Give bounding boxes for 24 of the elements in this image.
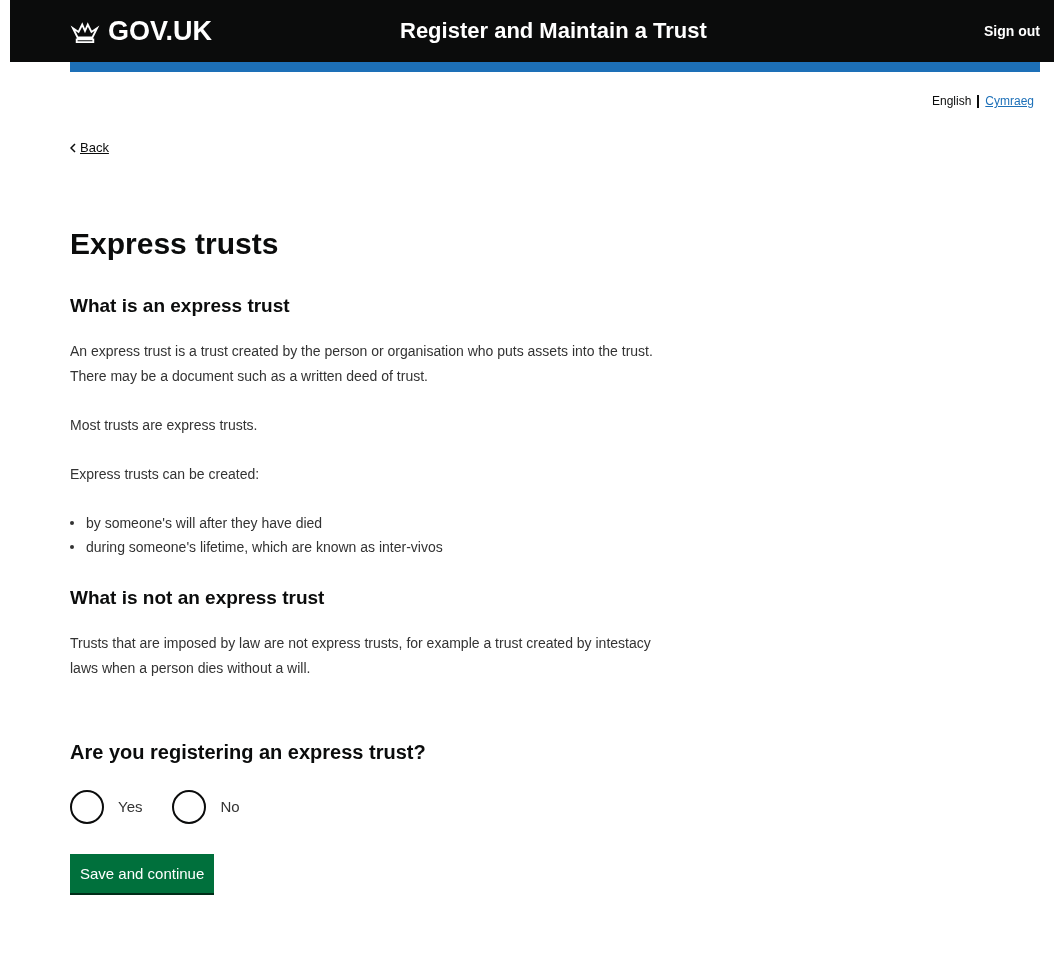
bullet-icon bbox=[70, 520, 74, 525]
back-link[interactable]: Back bbox=[70, 140, 109, 155]
govuk-logo-link[interactable]: GOV.UK bbox=[70, 15, 400, 47]
radio-button[interactable] bbox=[70, 789, 104, 824]
save-and-continue-button[interactable]: Save and continue bbox=[70, 853, 215, 893]
body-text: An express trust is a trust created by the person or organisation who puts assets into the trust. There may be a document such as a written deed of trust. bbox=[70, 341, 654, 386]
body-text: Most trusts are express trusts. bbox=[70, 415, 259, 435]
radio-label[interactable]: No bbox=[220, 798, 240, 815]
bullet-icon bbox=[70, 544, 74, 549]
radio-button[interactable] bbox=[172, 789, 207, 824]
radio-label[interactable]: Yes bbox=[118, 798, 143, 815]
chevron-left-icon bbox=[70, 142, 76, 153]
language-current: English bbox=[931, 94, 972, 108]
service-name: Register and Maintain a Trust bbox=[400, 18, 708, 44]
body-text: Express trusts can be created: bbox=[70, 464, 261, 484]
bullet-text: during someone's lifetime, which are known as inter-vivos bbox=[86, 537, 443, 557]
sign-out-link[interactable]: Sign out bbox=[984, 23, 1040, 39]
question-heading: Are you registering an express trust? bbox=[70, 740, 427, 764]
language-link[interactable]: Cymraeg bbox=[985, 94, 1034, 108]
bullet-text: by someone's will after they have died bbox=[86, 513, 323, 533]
section-heading: What is not an express trust bbox=[70, 586, 326, 609]
body-text: Trusts that are imposed by law are not express trusts, for example a trust created by intestacy laws when a person dies without a will. bbox=[70, 633, 652, 678]
page-title: Express trusts bbox=[70, 226, 280, 261]
section-heading: What is an express trust bbox=[70, 294, 291, 317]
